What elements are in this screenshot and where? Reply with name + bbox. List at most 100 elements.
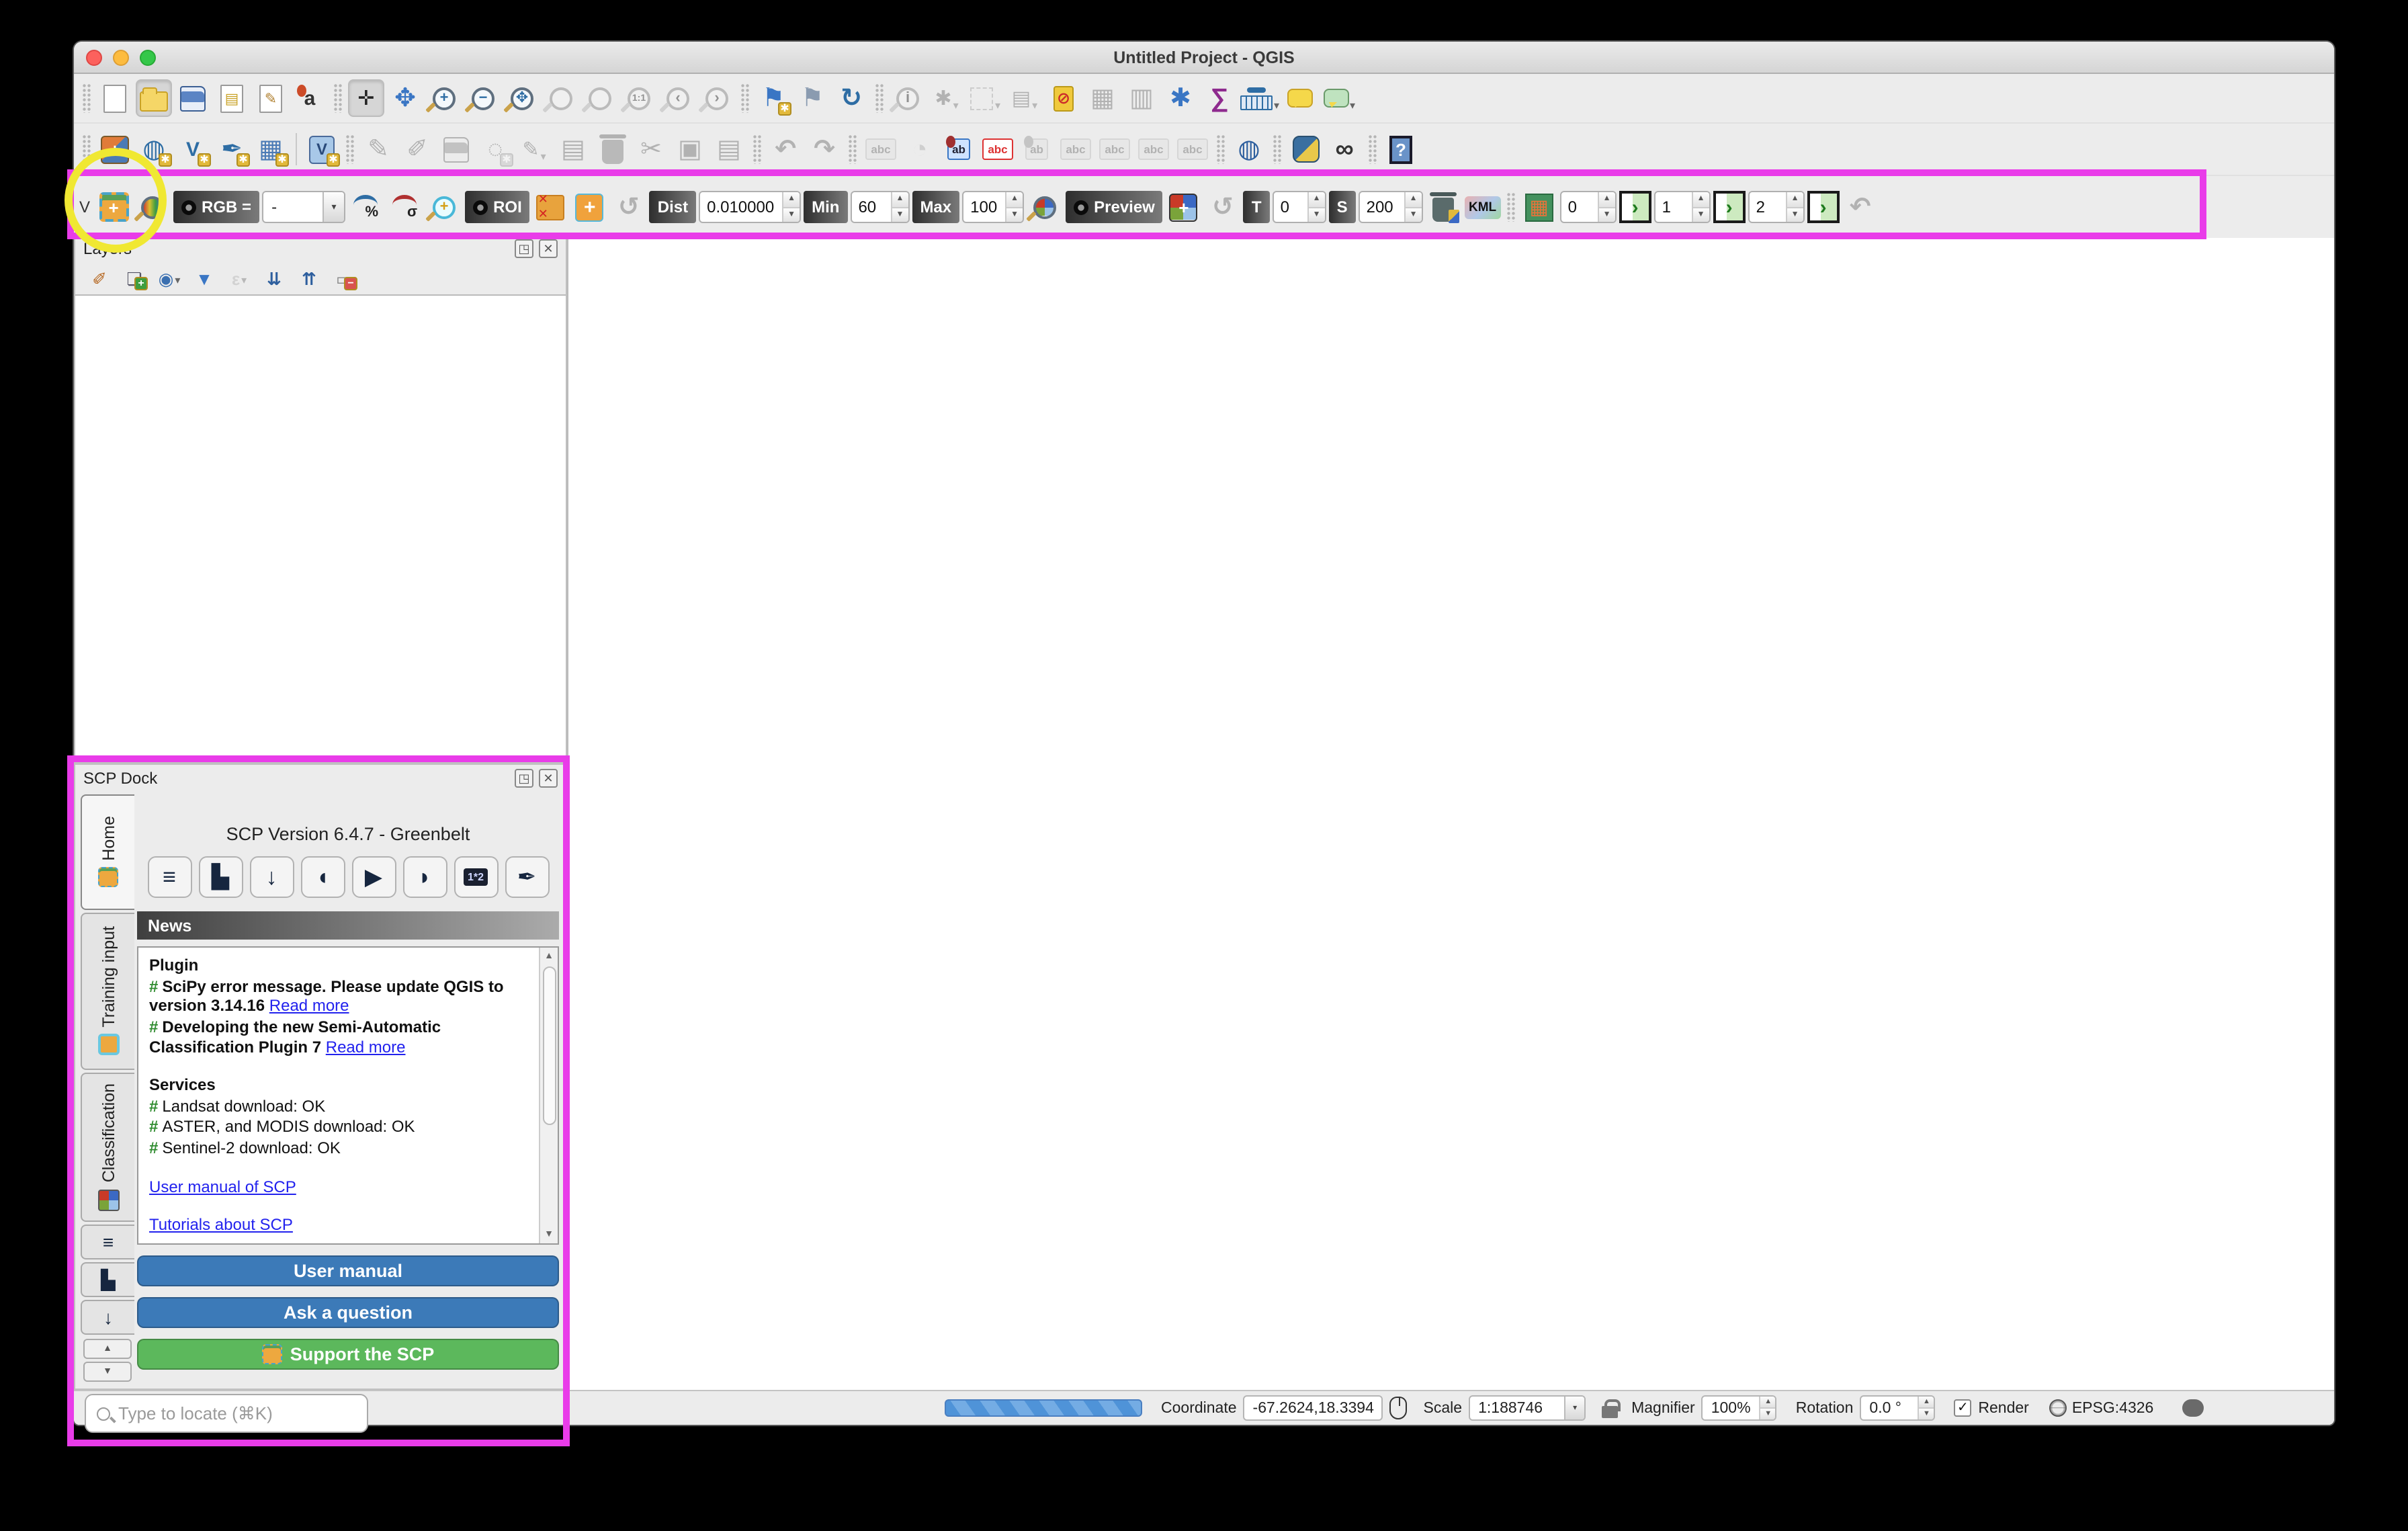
paste-features-button[interactable]: ▤: [711, 130, 747, 168]
size-spin[interactable]: 200▲▼: [1359, 191, 1423, 223]
current-edits-button[interactable]: ✎: [360, 130, 396, 168]
scp-plugin-button[interactable]: +: [95, 188, 132, 226]
add-group-icon[interactable]: ❏+: [121, 265, 148, 292]
zoom-next-button[interactable]: ›: [699, 79, 735, 117]
scroll-up-icon[interactable]: ▲: [540, 948, 558, 965]
data-source-manager-button[interactable]: +: [97, 130, 133, 168]
band-calc-button[interactable]: ◗: [402, 856, 447, 898]
band2-spin[interactable]: 2▲▼: [1748, 191, 1805, 223]
download-products-button[interactable]: ▙: [198, 856, 243, 898]
support-scp-button[interactable]: Support the SCP: [137, 1339, 559, 1370]
step-down-icon[interactable]: ▼: [1761, 1409, 1776, 1419]
step-up-icon[interactable]: ▲: [1761, 1397, 1776, 1409]
scale-combo[interactable]: 1:188746 ▾: [1469, 1395, 1586, 1421]
min-spin[interactable]: 60▲▼: [850, 191, 909, 223]
crs-status[interactable]: EPSG:4326: [2072, 1400, 2153, 1416]
identify-features-button[interactable]: i: [890, 79, 926, 117]
style-manager-button[interactable]: a: [292, 79, 328, 117]
new-spatial-bookmark-button[interactable]: ⚑✱: [755, 79, 791, 117]
rgb-combo[interactable]: -▾: [262, 191, 345, 223]
news-scrollbar[interactable]: ▲ ▼: [539, 948, 558, 1243]
band0-spin[interactable]: 0▲▼: [1560, 191, 1617, 223]
undo-button[interactable]: ↶: [767, 130, 804, 168]
news-link[interactable]: Read more: [326, 1037, 406, 1056]
chevron-down-icon[interactable]: ▾: [1564, 1397, 1584, 1419]
coordinate-field[interactable]: -67.2624,18.3394: [1244, 1395, 1383, 1421]
user-manual-button[interactable]: User manual: [137, 1255, 559, 1286]
tab-classification[interactable]: Classification: [81, 1073, 134, 1223]
new-preview-button[interactable]: +: [1166, 188, 1202, 226]
new-virtual-layer-button[interactable]: V✱: [304, 130, 340, 168]
step-down-icon[interactable]: ▼: [1006, 208, 1023, 222]
refresh-button[interactable]: ↻: [833, 79, 869, 117]
go-band1-button[interactable]: ›: [1713, 191, 1746, 223]
open-layer-styling-icon[interactable]: ✐: [86, 265, 113, 292]
script-button[interactable]: ✒: [505, 856, 549, 898]
filter-legend-icon[interactable]: ▼: [191, 265, 218, 292]
postprocessing-button[interactable]: ▶: [351, 856, 396, 898]
local-stretch-button[interactable]: +: [426, 188, 462, 226]
float-panel-icon[interactable]: ◳: [515, 239, 533, 258]
pin-unpin-labels-button[interactable]: ab: [1019, 130, 1055, 168]
show-layout-manager-button[interactable]: ✎: [253, 79, 289, 117]
step-down-icon[interactable]: ▼: [1919, 1409, 1934, 1419]
band-set-button[interactable]: ≡: [147, 856, 191, 898]
step-up-icon[interactable]: ▲: [1006, 192, 1023, 208]
layer-labeling-button[interactable]: abc: [863, 130, 899, 168]
redo-preview-button[interactable]: ↺: [1205, 188, 1241, 226]
messages-icon[interactable]: [2182, 1399, 2203, 1417]
python-console-button[interactable]: [1287, 130, 1324, 168]
step-up-icon[interactable]: ▲: [1919, 1397, 1934, 1409]
open-attribute-table-button[interactable]: ▦: [1084, 79, 1121, 117]
chevron-down-icon[interactable]: ▾: [322, 192, 344, 222]
tab-download-products[interactable]: ▙: [81, 1263, 134, 1298]
raster-grid-button[interactable]: ▦: [1521, 188, 1557, 226]
step-up-icon[interactable]: ▲: [1787, 192, 1803, 208]
new-geopackage-layer-button[interactable]: ◍✱: [136, 130, 172, 168]
chevron-down-icon[interactable]: ▾: [175, 274, 180, 292]
step-up-icon[interactable]: ▲: [1693, 192, 1709, 208]
step-up-icon[interactable]: ▲: [1309, 192, 1325, 208]
chevron-down-icon[interactable]: ▾: [241, 274, 247, 292]
toggle-unplaced-labels-button[interactable]: abc: [980, 130, 1016, 168]
magnifier-spin[interactable]: 100% ▲▼: [1702, 1395, 1777, 1421]
lock-scale-icon[interactable]: [1602, 1405, 1618, 1417]
toggle-editing-button[interactable]: ✐: [399, 130, 435, 168]
scroll-down-icon[interactable]: ▼: [540, 1226, 558, 1243]
stddev-stretch-button[interactable]: σ: [387, 188, 423, 226]
chevron-down-icon[interactable]: ▾: [995, 99, 1000, 117]
float-panel-icon[interactable]: ◳: [515, 769, 533, 788]
new-shapefile-layer-button[interactable]: V✱: [175, 130, 211, 168]
new-print-layout-button[interactable]: ▤: [214, 79, 250, 117]
layer-diagram-button[interactable]: ◔: [902, 130, 938, 168]
cut-features-button[interactable]: ✂: [633, 130, 669, 168]
new-memory-layer-button[interactable]: ▦✱: [253, 130, 289, 168]
dist-spin[interactable]: 0.010000▲▼: [699, 191, 801, 223]
close-panel-icon[interactable]: ✕: [539, 239, 558, 258]
chevron-down-icon[interactable]: ▾: [953, 99, 959, 117]
zoom-to-selection-button[interactable]: [543, 79, 579, 117]
locator-search[interactable]: [85, 1394, 368, 1433]
save-layer-edits-button[interactable]: [438, 130, 474, 168]
zoom-to-layer-button[interactable]: [582, 79, 618, 117]
chevron-down-icon[interactable]: ▾: [541, 151, 546, 168]
step-down-icon[interactable]: ▼: [1406, 208, 1422, 222]
crs-globe-icon[interactable]: [2049, 1399, 2067, 1417]
zoom-window-button[interactable]: [140, 49, 156, 65]
processing-history-button[interactable]: ▥: [1123, 79, 1160, 117]
collapse-all-icon[interactable]: ⇈: [296, 265, 322, 292]
search-plugin-button[interactable]: ∞: [1326, 130, 1363, 168]
new-spatialite-layer-button[interactable]: ✒✱: [214, 130, 250, 168]
delete-temp-button[interactable]: [1426, 188, 1462, 226]
chevron-down-icon[interactable]: ▾: [1032, 99, 1037, 117]
step-down-icon[interactable]: ▼: [783, 208, 800, 222]
download-button[interactable]: ↓: [249, 856, 294, 898]
step-down-icon[interactable]: ▼: [1309, 208, 1325, 222]
delete-selected-button[interactable]: [594, 130, 630, 168]
redo-button[interactable]: ↷: [806, 130, 843, 168]
locator-input[interactable]: [118, 1403, 356, 1423]
pan-to-selection-button[interactable]: ✥: [387, 79, 423, 117]
step-up-icon[interactable]: ▲: [1599, 192, 1615, 208]
step-up-icon[interactable]: ▲: [892, 192, 908, 208]
save-project-button[interactable]: [175, 79, 211, 117]
